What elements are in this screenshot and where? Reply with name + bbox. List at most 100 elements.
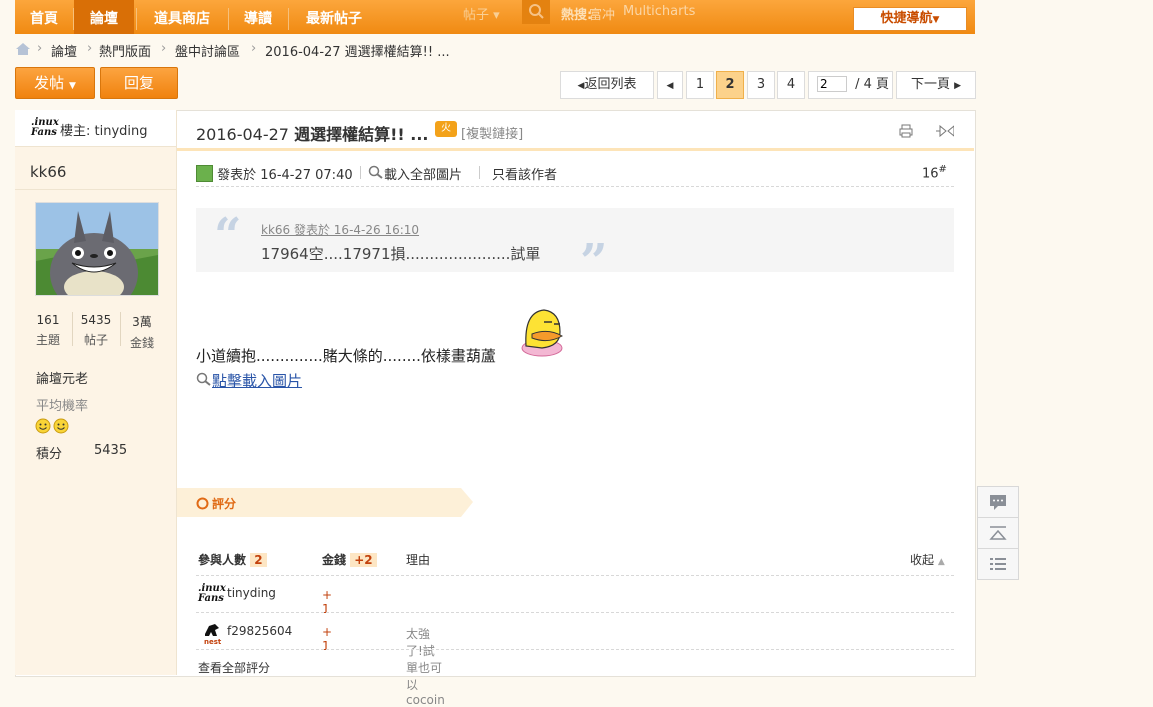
floor-sup: # [938, 164, 947, 175]
logo-text-bottom: Fans [198, 593, 224, 604]
divider [120, 312, 121, 346]
back-to-top-icon [989, 526, 1007, 540]
nav-guide[interactable]: 導讀 [229, 0, 287, 34]
back-to-list-button[interactable]: ◀返回列表 [560, 71, 654, 99]
magnifier-icon [196, 372, 211, 386]
prev-thread-icon[interactable] [947, 124, 955, 138]
table-divider [196, 575, 954, 576]
page-link[interactable]: 4 [777, 71, 805, 99]
money-total: +2 [350, 553, 377, 567]
next-page-label: 下一頁 [910, 77, 950, 92]
col-participants-label: 參與人數 [198, 553, 247, 567]
prev-page-button[interactable]: ◀ [657, 71, 683, 99]
page-link[interactable]: 1 [686, 71, 714, 99]
load-all-label: 載入全部圖片 [384, 168, 463, 183]
nav-home[interactable]: 首頁 [15, 0, 73, 34]
avatar[interactable] [35, 202, 159, 296]
triangle-right-icon: ▶ [954, 81, 962, 91]
author-name[interactable]: kk66 [30, 163, 66, 181]
new-post-label: 发帖 [34, 74, 65, 92]
caret-up-icon: ▲ [937, 557, 945, 567]
quote-author[interactable]: kk66 發表於 16-4-26 16:10 [261, 221, 419, 238]
print-icon[interactable] [899, 124, 913, 138]
post-tools [898, 123, 955, 143]
duck-emoticon [518, 306, 566, 364]
top-nav-bar: 首頁 論壇 道具商店 導讀 最新帖子 帖子 ▾ 熱搜: 富冲 Multichar… [15, 0, 975, 34]
search-icon [529, 4, 544, 19]
quote-text: 17964空....17971損......................試單 [261, 245, 541, 263]
breadcrumb-current[interactable]: 2016-04-27 週選擇權結算!! ... [265, 41, 450, 60]
page-jump-input[interactable] [817, 76, 847, 92]
author-sidebar [15, 110, 177, 675]
breadcrumb-link[interactable]: 盤中討論區 [175, 41, 240, 60]
load-image-link[interactable]: 點擊載入圖片 [196, 370, 302, 391]
hot-search-link[interactable]: Multicharts [623, 4, 695, 19]
close-quote-icon: ” [580, 234, 608, 290]
next-page-button[interactable]: 下一頁 ▶ [896, 71, 976, 99]
chevron-right-icon: › [161, 41, 167, 56]
chevron-right-icon: › [87, 41, 93, 56]
hot-search-link[interactable]: 富冲 [589, 4, 615, 23]
back-to-top-button[interactable] [977, 517, 1019, 549]
new-post-button[interactable]: 发帖 ▼ [15, 67, 95, 99]
back-to-list-label: 返回列表 [584, 77, 637, 92]
chevron-right-icon: › [251, 41, 257, 56]
floor-num: 16 [922, 166, 939, 182]
view-all-ratings-link[interactable]: 查看全部評分 [198, 659, 270, 676]
reply-button[interactable]: 回复 [100, 67, 178, 99]
divider [360, 166, 361, 179]
page-current[interactable]: 2 [716, 71, 744, 99]
rating-title: 評分 [212, 497, 237, 511]
collapse-rating-button[interactable]: 收起 ▲ [910, 551, 945, 568]
page-jump: / 4 頁 [808, 71, 893, 99]
col-reason: 理由 [406, 553, 431, 567]
caret-down-icon: ▼ [932, 15, 940, 25]
only-author-link[interactable]: 只看該作者 [492, 164, 557, 183]
col-money: 金錢 +2 [322, 551, 377, 568]
rater-name[interactable]: tinyding [227, 586, 276, 600]
hot-search-label: 熱搜: [561, 8, 593, 23]
nav-forum[interactable]: 論壇 [74, 0, 134, 34]
points-value: 5435 [94, 443, 128, 458]
breadcrumb-link[interactable]: 熱門版面 [99, 41, 151, 60]
post-title-text: 週選擇權結算!! ... [294, 125, 429, 144]
magnifier-icon [368, 165, 383, 179]
list-view-button[interactable] [977, 548, 1019, 580]
search-button[interactable] [522, 0, 550, 24]
prob-label: 平均機率 [36, 399, 89, 414]
logo-text-bottom: Fans [31, 127, 57, 138]
collapse-label: 收起 [910, 553, 935, 567]
load-all-images-link[interactable]: 載入全部圖片 [368, 164, 462, 183]
medal-icons [35, 418, 71, 438]
col-participants: 參與人數 2 [198, 551, 267, 568]
next-thread-icon[interactable] [936, 124, 947, 138]
nav-shop[interactable]: 道具商店 [137, 0, 227, 34]
quick-nav-label: 快捷導航 [880, 11, 933, 26]
circle-icon [196, 497, 209, 510]
breadcrumb-link[interactable]: 論壇 [51, 41, 77, 60]
stat-label: 主題 [35, 333, 60, 347]
stat-threads[interactable]: 161 主題 [31, 313, 65, 348]
divider [479, 166, 480, 179]
stat-money[interactable]: 3萬 金錢 [126, 313, 158, 351]
triangle-left-icon: ◀ [666, 81, 674, 91]
comment-button[interactable] [977, 486, 1019, 518]
search-type-select[interactable]: 帖子 ▾ [463, 4, 500, 23]
divider [15, 189, 176, 190]
user-icon [196, 165, 213, 182]
post-title[interactable]: 2016-04-27 週選擇權結算!! ... [196, 121, 428, 145]
divider [72, 312, 73, 346]
quick-nav-button[interactable]: 快捷導航▼ [853, 7, 967, 31]
page-link[interactable]: 3 [747, 71, 775, 99]
floor-number[interactable]: 16# [922, 164, 947, 181]
stat-value: 5435 [80, 313, 112, 327]
caret-down-icon: ▼ [68, 81, 76, 91]
rater-name[interactable]: f29825604 [227, 624, 292, 638]
stat-posts[interactable]: 5435 帖子 [76, 313, 116, 348]
stat-value: 161 [36, 313, 60, 327]
copy-link[interactable]: [複製鏈接] [461, 123, 523, 142]
rater-avatar[interactable]: .inux Fans [198, 584, 226, 604]
thread-owner-label[interactable]: 樓主: tinyding [60, 120, 148, 139]
home-icon[interactable] [15, 42, 31, 60]
nav-latest[interactable]: 最新帖子 [289, 0, 379, 34]
